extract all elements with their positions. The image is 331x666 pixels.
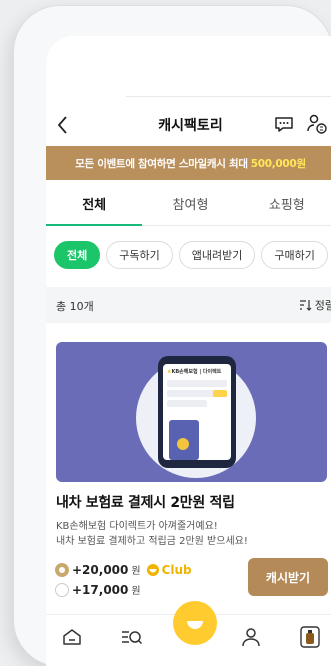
item-count: 총 10개 [56, 300, 94, 313]
reward-option-club[interactable]: +20,000 원 Club [55, 562, 192, 577]
phone-screen: ★KB손해보험 | 다이렉트 [163, 364, 231, 460]
user-icon[interactable] [239, 625, 263, 649]
radio-unselected[interactable] [55, 582, 69, 597]
club-label: Club [161, 562, 192, 577]
reward-option-normal[interactable]: +17,000 원 [55, 582, 141, 597]
card-title: 내차 보험료 결제시 2만원 적립 [56, 495, 235, 511]
option-unit: 원 [131, 566, 141, 577]
option-amount: +20,000 [72, 562, 129, 577]
chip-all[interactable]: 전체 [54, 241, 101, 269]
desc-line-2: 내차 보험료 결제하고 적립금 2만원 받으세요! [56, 536, 248, 547]
tab-shopping[interactable]: 쇼핑형 [239, 182, 331, 225]
promo-banner[interactable]: 모든 이벤트에 참여하면 스마일캐시 최대 500,000원 [46, 146, 331, 180]
smile-club-icon [146, 563, 159, 576]
device-frame: 캐시팩토리 모든 이벤트에 참여하면 스마일캐시 최대 500,000원 전체 … [14, 6, 331, 666]
event-card-image[interactable]: ★KB손해보험 | 다이렉트 [56, 342, 327, 482]
tab-all[interactable]: 전체 [46, 182, 143, 226]
phone-row [167, 400, 207, 407]
phone-row [167, 380, 227, 387]
person-cash-icon[interactable] [305, 112, 329, 136]
chip-subscribe[interactable]: 구독하기 [106, 241, 173, 269]
smile-home-button[interactable] [173, 601, 217, 645]
smile-icon [187, 621, 203, 629]
chip-purchase[interactable]: 구매하기 [261, 241, 328, 269]
list-toolbar: 총 10개 정렬 [46, 287, 331, 323]
option-unit: 원 [131, 586, 141, 597]
menu-search-icon[interactable] [120, 625, 144, 649]
chip-app-download[interactable]: 앱내려받기 [178, 241, 256, 269]
banner-amount: 500,000원 [250, 157, 306, 170]
option-amount: +17,000 [72, 582, 129, 597]
app-header: 캐시팩토리 [46, 107, 331, 143]
banner-text: 모든 이벤트에 참여하면 스마일캐시 최대 [75, 157, 248, 170]
bottle-icon[interactable] [298, 625, 322, 649]
card-description: KB손해보험 다이렉트가 아껴줄거예요! 내차 보험료 결제하고 적립금 2만원… [56, 519, 248, 549]
phone-card-graphic [169, 420, 199, 460]
category-tabs: 전체 참여형 쇼핑형 [46, 182, 331, 226]
top-divider [126, 96, 331, 97]
bottom-nav [46, 601, 331, 666]
chat-bubble-icon[interactable] [273, 113, 295, 135]
desc-line-1: KB손해보험 다이렉트가 아껴줄거예요! [56, 521, 218, 532]
tab-participation[interactable]: 참여형 [142, 182, 238, 225]
sort-label: 정렬 [314, 299, 331, 312]
sort-icon [299, 300, 312, 311]
filter-chips: 전체 구독하기 앱내려받기 구매하기 [54, 241, 331, 273]
club-badge: Club [146, 563, 192, 577]
phone-highlight [213, 390, 227, 397]
get-cash-button[interactable]: 캐시받기 [248, 558, 328, 596]
app-screen: 캐시팩토리 모든 이벤트에 참여하면 스마일캐시 최대 500,000원 전체 … [46, 36, 331, 666]
phone-illustration: ★KB손해보험 | 다이렉트 [158, 356, 236, 468]
radio-selected[interactable] [55, 562, 69, 577]
kb-brand-label: ★KB손해보험 | 다이렉트 [167, 369, 222, 375]
home-icon[interactable] [60, 625, 84, 649]
sort-button[interactable]: 정렬 [299, 297, 331, 313]
